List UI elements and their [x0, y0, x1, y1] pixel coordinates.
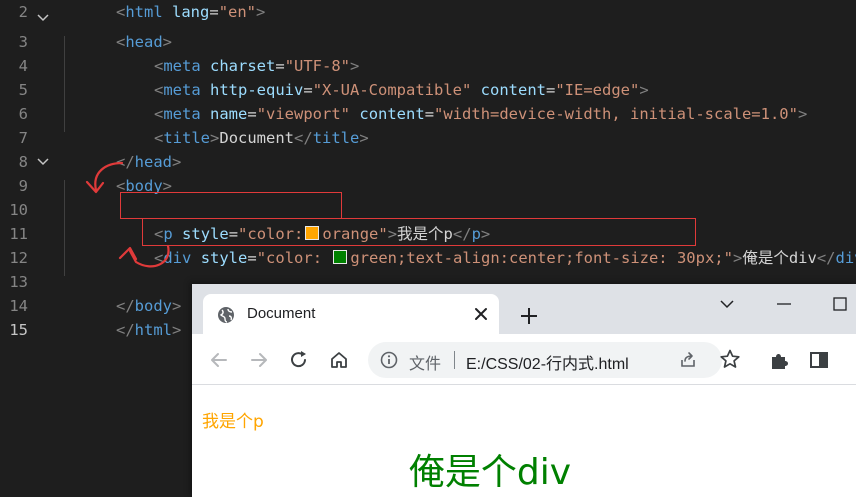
fold-chevron-icon[interactable]	[36, 6, 50, 30]
home-icon[interactable]	[328, 349, 350, 371]
back-arrow-icon[interactable]	[208, 349, 230, 371]
address-bar[interactable]: 文件 E:/CSS/02-行内式.html	[368, 342, 722, 378]
div-text: 俺是个div	[408, 452, 572, 493]
browser-tab[interactable]: Document	[203, 294, 499, 334]
close-icon[interactable]	[471, 304, 491, 324]
code-line-8[interactable]: 8 </head>	[0, 126, 856, 171]
code-line-4[interactable]: 4 <meta charset="UTF-8">	[0, 30, 856, 75]
code-line-7[interactable]: 7 <title>Document</title>	[0, 102, 856, 147]
info-icon[interactable]	[380, 351, 398, 369]
div-text-container: 俺是个div	[192, 453, 856, 493]
tab-strip: Document	[192, 284, 856, 334]
fold-chevron-icon[interactable]	[36, 150, 50, 174]
tab-title: Document	[247, 305, 316, 322]
annotation-arrow-icon	[85, 161, 124, 194]
plus-icon[interactable]	[519, 306, 539, 326]
minimize-icon[interactable]	[774, 294, 794, 314]
code-line-6[interactable]: 6 <meta name="viewport" content="width=d…	[0, 78, 856, 123]
page-content: 我是个p 俺是个div	[192, 385, 856, 497]
annotation-arrow-icon	[118, 244, 170, 268]
extensions-icon[interactable]	[768, 349, 790, 371]
maximize-icon[interactable]	[830, 294, 850, 314]
star-icon[interactable]	[719, 348, 741, 370]
sidepanel-icon[interactable]	[808, 349, 830, 371]
line-number: 15	[9, 321, 28, 339]
paragraph-text: 我是个p	[202, 412, 264, 432]
chevron-down-icon[interactable]	[717, 294, 737, 314]
browser-window: Document 文件 E:/CSS/02-行内式.html 我是个p 俺是个d…	[192, 284, 856, 497]
forward-arrow-icon[interactable]	[248, 349, 270, 371]
globe-icon	[218, 307, 234, 323]
address-url[interactable]: E:/CSS/02-行内式.html	[466, 350, 629, 374]
address-scheme-label: 文件	[409, 356, 442, 373]
code-line-3[interactable]: 3 <head>	[0, 6, 856, 51]
address-separator	[454, 351, 455, 369]
browser-toolbar: 文件 E:/CSS/02-行内式.html	[192, 334, 856, 385]
code-line-5[interactable]: 5 <meta http-equiv="X-UA-Compatible" con…	[0, 54, 856, 99]
share-icon[interactable]	[678, 350, 698, 370]
reload-icon[interactable]	[288, 349, 310, 371]
